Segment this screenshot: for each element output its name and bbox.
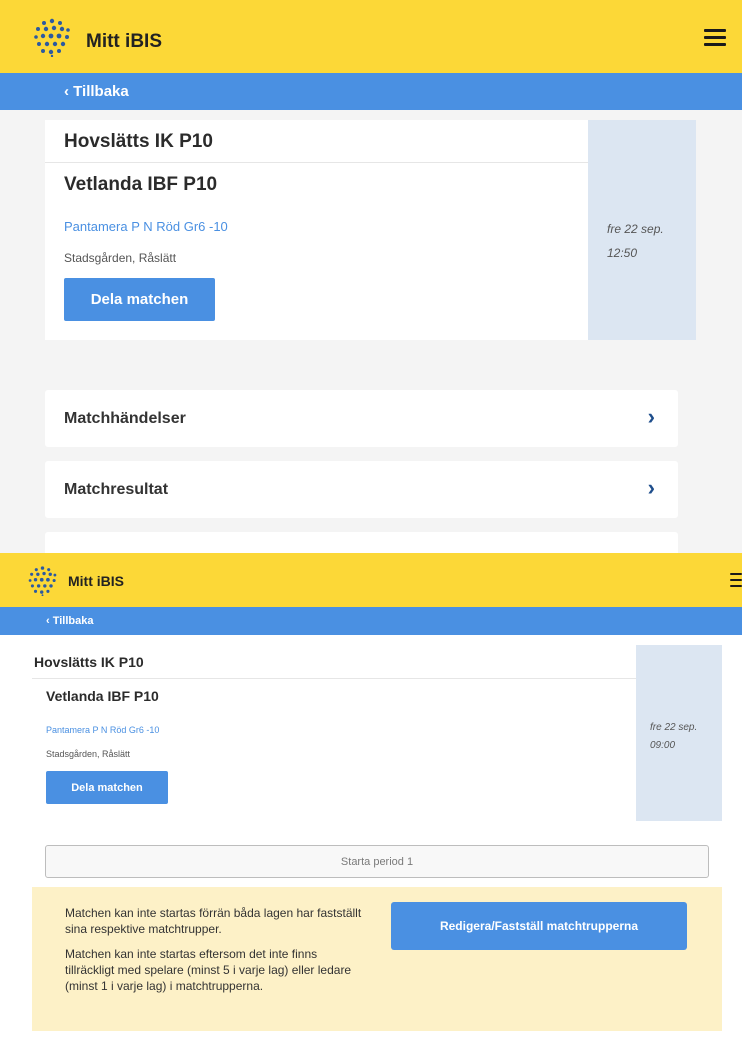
match-date: fre 22 sep. xyxy=(650,722,698,733)
venue-text: Stadsgården, Råslätt xyxy=(64,251,177,265)
nav-item-cropped[interactable] xyxy=(45,532,678,553)
edit-match-squads-label: Redigera/Fastställ matchtrupperna xyxy=(439,919,639,933)
team-divider xyxy=(32,678,636,679)
warning-text-1: Matchen kan inte startas förrän båda lag… xyxy=(65,906,362,937)
app-title: Mitt iBIS xyxy=(86,31,162,52)
start-period-button[interactable]: Starta period 1 xyxy=(45,845,709,878)
date-panel: fre 22 sep. 12:50 xyxy=(588,120,696,340)
team-divider xyxy=(45,162,588,163)
warning-box: Matchen kan inte startas förrän båda lag… xyxy=(32,887,722,1031)
share-match-button[interactable]: Dela matchen xyxy=(46,771,168,804)
share-match-button[interactable]: Dela matchen xyxy=(64,278,215,321)
start-period-label: Starta period 1 xyxy=(340,855,414,868)
app-header: Mitt iBIS xyxy=(0,0,742,73)
screenshot-bottom: Mitt iBIS ‹ Tillbaka Hovslätts IK P10 Ve… xyxy=(0,553,742,1046)
series-link[interactable]: Pantamera P N Röd Gr6 -10 xyxy=(46,725,159,735)
match-time: 09:00 xyxy=(650,740,676,751)
match-card: Hovslätts IK P10 Vetlanda IBF P10 Pantam… xyxy=(45,120,696,340)
nav-item-matchresultat[interactable]: Matchresultat › xyxy=(45,461,678,518)
ibis-logo-icon xyxy=(28,566,57,596)
nav-item-label: Matchhändelser xyxy=(64,409,186,427)
edit-match-squads-button[interactable]: Redigera/Fastställ matchtrupperna xyxy=(391,902,687,950)
match-time: 12:50 xyxy=(607,246,638,260)
app-title: Mitt iBIS xyxy=(68,573,124,589)
venue-text: Stadsgården, Råslätt xyxy=(46,749,131,759)
back-label: ‹ Tillbaka xyxy=(64,83,129,100)
share-match-label: Dela matchen xyxy=(71,781,143,794)
app-header: Mitt iBIS xyxy=(0,553,742,607)
nav-item-matchhandelser[interactable]: Matchhändelser › xyxy=(45,390,678,447)
hamburger-menu-icon[interactable] xyxy=(730,573,742,587)
match-date: fre 22 sep. xyxy=(607,222,664,236)
ibis-logo-icon xyxy=(34,18,70,57)
share-match-label: Dela matchen xyxy=(90,291,189,308)
match-card: Hovslätts IK P10 Vetlanda IBF P10 Pantam… xyxy=(32,645,722,821)
home-team-name: Hovslätts IK P10 xyxy=(64,131,213,152)
home-team-name: Hovslätts IK P10 xyxy=(34,654,144,670)
nav-item-label: Matchresultat xyxy=(64,480,169,498)
chevron-right-icon: › xyxy=(647,404,655,429)
screenshot-top: Mitt iBIS ‹ Tillbaka Hovslätts IK P10 Ve… xyxy=(0,0,742,553)
back-label: ‹ Tillbaka xyxy=(46,615,94,627)
hamburger-menu-icon[interactable] xyxy=(704,29,726,46)
back-link[interactable]: ‹ Tillbaka xyxy=(0,607,742,635)
away-team-name: Vetlanda IBF P10 xyxy=(46,688,159,704)
warning-text-2: Matchen kan inte startas eftersom det in… xyxy=(65,947,352,994)
chevron-right-icon: › xyxy=(647,475,655,500)
back-link[interactable]: ‹ Tillbaka xyxy=(0,73,742,110)
away-team-name: Vetlanda IBF P10 xyxy=(64,174,218,195)
date-panel: fre 22 sep. 09:00 xyxy=(636,645,722,821)
series-link[interactable]: Pantamera P N Röd Gr6 -10 xyxy=(64,219,228,234)
